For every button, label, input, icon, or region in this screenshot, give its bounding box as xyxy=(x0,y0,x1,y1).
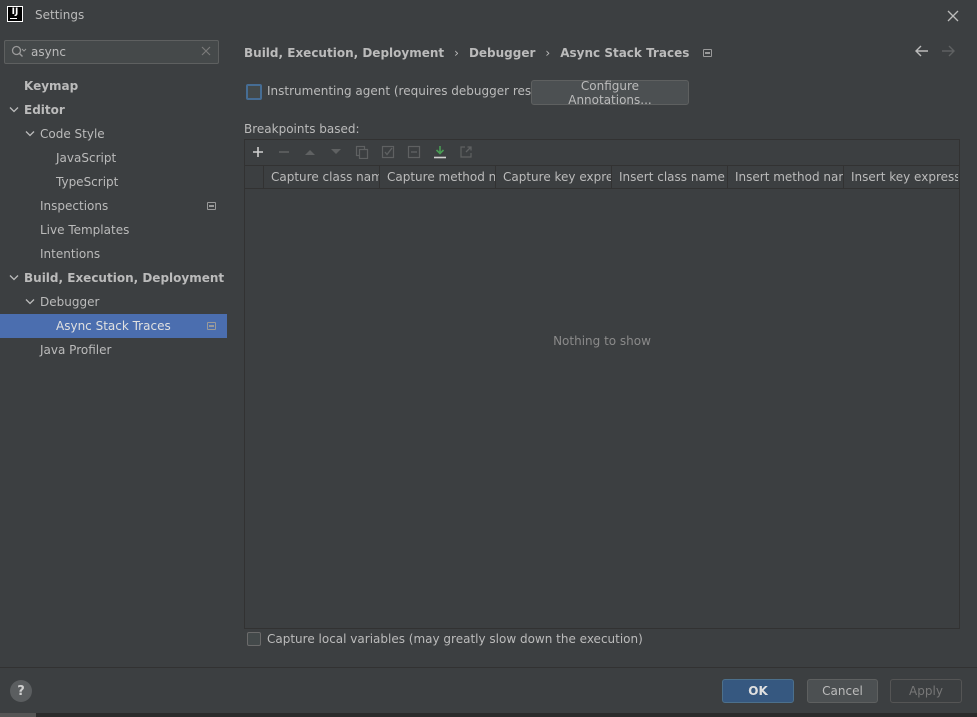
add-icon xyxy=(253,147,263,157)
instrumenting-agent-label: Instrumenting agent (requires debugger r… xyxy=(267,84,558,98)
move-down-icon xyxy=(331,149,341,154)
intellij-logo-icon: IJ xyxy=(7,6,23,22)
export-icon xyxy=(460,146,472,158)
move-down-button[interactable] xyxy=(328,144,344,160)
sidebar-item-label: Debugger xyxy=(40,295,100,309)
column-insert-class-name[interactable]: Insert class name xyxy=(611,166,728,188)
sidebar-item-keymap[interactable]: Keymap xyxy=(0,74,227,98)
chevron-down-icon[interactable] xyxy=(25,298,35,306)
check-icon xyxy=(381,145,395,159)
column-capture-method-name[interactable]: Capture method n... xyxy=(379,166,496,188)
forward-arrow-icon[interactable] xyxy=(941,45,955,57)
sidebar-item-typescript[interactable]: TypeScript xyxy=(0,170,227,194)
sidebar-item-label: Editor xyxy=(24,103,65,117)
capture-local-variables-checkbox[interactable] xyxy=(247,632,261,646)
breadcrumb-item-build[interactable]: Build, Execution, Deployment xyxy=(244,46,444,60)
sidebar-item-label: Async Stack Traces xyxy=(56,319,171,333)
chevron-down-icon[interactable] xyxy=(25,130,35,138)
copy-button[interactable] xyxy=(354,144,370,160)
breadcrumb: Build, Execution, Deployment › Debugger … xyxy=(244,45,713,61)
breadcrumb-separator-icon: › xyxy=(545,46,551,60)
search-input[interactable] xyxy=(31,43,191,61)
export-button[interactable] xyxy=(458,144,474,160)
help-button[interactable]: ? xyxy=(10,680,32,702)
sidebar-item-label: Code Style xyxy=(40,127,105,141)
back-arrow-icon[interactable] xyxy=(915,45,929,57)
sidebar-item-label: TypeScript xyxy=(56,175,119,189)
clear-search-icon[interactable] xyxy=(201,46,211,56)
breadcrumb-separator-icon: › xyxy=(454,46,459,60)
sidebar-item-code-style[interactable]: Code Style xyxy=(0,122,227,146)
breakpoints-based-label: Breakpoints based: xyxy=(244,122,360,136)
sidebar-item-label: Inspections xyxy=(40,199,109,213)
settings-sidebar: Keymap Editor Code Style JavaScript TypeScri… xyxy=(0,31,227,667)
add-button[interactable] xyxy=(250,144,266,160)
breakpoints-table-panel: Capture class name Capture method n... C… xyxy=(244,139,960,629)
search-box[interactable] xyxy=(4,40,219,64)
close-button[interactable] xyxy=(943,6,963,26)
search-icon xyxy=(11,45,27,57)
sidebar-item-label: Intentions xyxy=(40,247,101,261)
check-button[interactable] xyxy=(380,144,396,160)
move-up-button[interactable] xyxy=(302,144,318,160)
close-icon xyxy=(947,10,959,22)
column-insert-key-expression[interactable]: Insert key expressi... xyxy=(843,166,958,188)
project-level-icon xyxy=(207,322,216,330)
settings-window: IJ Settings Keymap Editor Code Style JavaSc… xyxy=(0,0,977,717)
title-bar: IJ Settings xyxy=(0,0,977,31)
table-toolbar xyxy=(245,140,959,165)
move-up-icon xyxy=(305,150,315,155)
configure-annotations-button[interactable]: Configure Annotations... xyxy=(531,79,689,107)
project-level-icon xyxy=(207,202,216,210)
sidebar-item-async-stack-traces[interactable]: Async Stack Traces xyxy=(0,314,227,338)
column-capture-key-expression[interactable]: Capture key expre... xyxy=(495,166,612,188)
column-insert-method-name[interactable]: Insert method name xyxy=(727,166,844,188)
sidebar-item-label: Keymap xyxy=(24,79,79,93)
window-bottom-edge xyxy=(0,713,977,717)
sidebar-item-java-profiler[interactable]: Java Profiler xyxy=(0,338,227,362)
collapse-icon xyxy=(407,145,421,159)
sidebar-item-label: Build, Execution, Deployment xyxy=(24,271,225,285)
capture-local-variables-label: Capture local variables (may greatly slo… xyxy=(267,632,643,646)
instrumenting-agent-checkbox[interactable] xyxy=(246,84,262,100)
chevron-down-icon[interactable] xyxy=(9,274,19,282)
sidebar-item-label: JavaScript xyxy=(56,151,117,165)
breadcrumb-item-async-stack-traces: Async Stack Traces xyxy=(560,46,690,60)
sidebar-item-build-execution-deployment[interactable]: Build, Execution, Deployment xyxy=(0,266,227,290)
window-title: Settings xyxy=(35,8,85,22)
sidebar-item-debugger[interactable]: Debugger xyxy=(0,290,227,314)
sidebar-item-javascript[interactable]: JavaScript xyxy=(0,146,227,170)
ok-button[interactable]: OK xyxy=(722,679,794,703)
copy-icon xyxy=(355,145,369,159)
table-body[interactable]: Nothing to show xyxy=(245,189,959,628)
sidebar-item-intentions[interactable]: Intentions xyxy=(0,242,227,266)
column-capture-class-name[interactable]: Capture class name xyxy=(263,166,380,188)
sidebar-item-live-templates[interactable]: Live Templates xyxy=(0,218,227,242)
breadcrumb-item-debugger[interactable]: Debugger xyxy=(469,46,535,60)
collapse-button[interactable] xyxy=(406,144,422,160)
project-level-icon xyxy=(703,49,713,57)
empty-table-text: Nothing to show xyxy=(553,334,651,348)
import-icon xyxy=(434,146,446,159)
sidebar-item-inspections[interactable]: Inspections xyxy=(0,194,227,218)
import-button[interactable] xyxy=(432,144,448,160)
sidebar-item-editor[interactable]: Editor xyxy=(0,98,227,122)
dialog-footer: ? OK Cancel Apply xyxy=(0,667,977,717)
sidebar-item-label: Java Profiler xyxy=(40,343,112,357)
remove-icon xyxy=(279,151,289,153)
chevron-down-icon[interactable] xyxy=(9,106,19,114)
remove-button[interactable] xyxy=(276,144,292,160)
cancel-button[interactable]: Cancel xyxy=(807,679,878,703)
apply-button[interactable]: Apply xyxy=(890,679,962,703)
table-header: Capture class name Capture method n... C… xyxy=(245,165,959,189)
sidebar-item-label: Live Templates xyxy=(40,223,130,237)
settings-content: Build, Execution, Deployment › Debugger … xyxy=(227,31,977,667)
